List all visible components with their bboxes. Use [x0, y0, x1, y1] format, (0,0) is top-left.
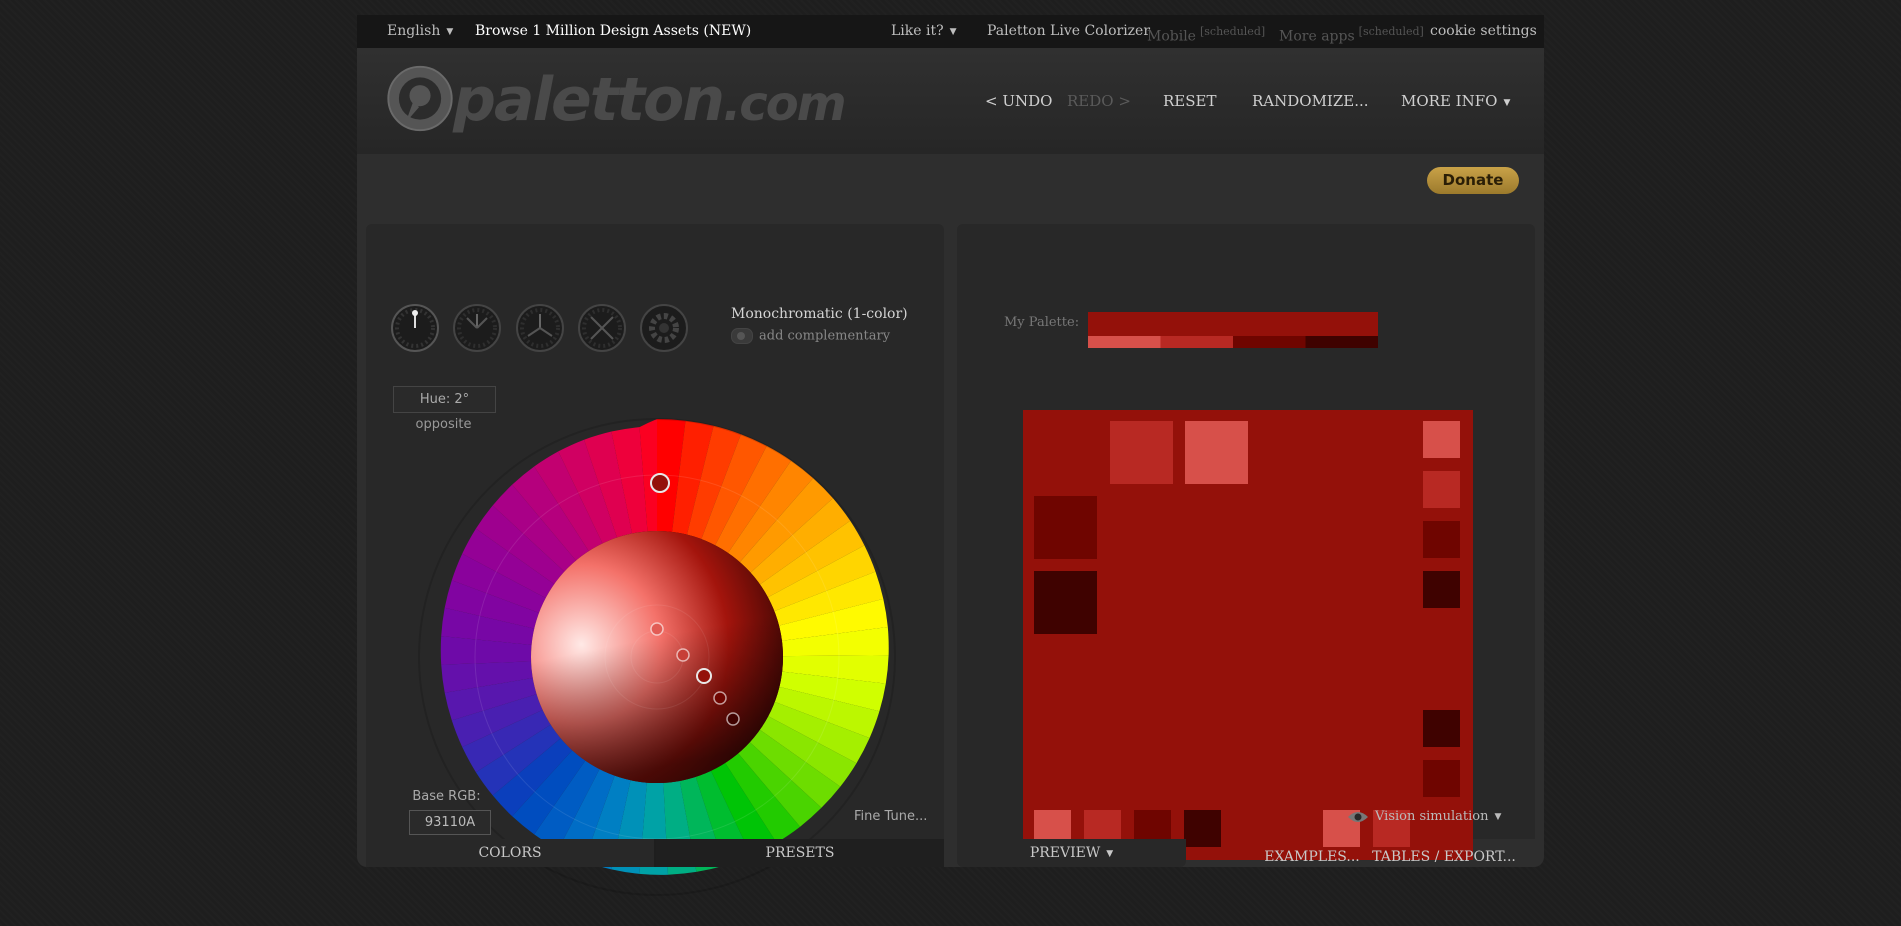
tab-colors[interactable]: COLORS [366, 839, 656, 867]
like-it-label: Like it? [891, 23, 944, 39]
more-apps-link[interactable]: More apps [scheduled] [1279, 15, 1424, 48]
shade-point[interactable] [713, 691, 727, 705]
mono-scheme-icon[interactable] [391, 304, 439, 352]
preview-swatch [1110, 421, 1173, 484]
more-apps-label: More apps [1279, 28, 1355, 45]
scheduled-tag: [scheduled] [1358, 25, 1424, 38]
cookie-settings-link[interactable]: cookie settings [1430, 15, 1537, 48]
free-style-scheme-icon[interactable] [640, 304, 688, 352]
like-it-menu[interactable]: Like it? ▼ [891, 15, 957, 48]
redo-button[interactable]: REDO > [1067, 48, 1131, 154]
vision-simulation-menu[interactable]: Vision simulation ▼ [1347, 809, 1501, 824]
hue-readout[interactable]: Hue: 2° [393, 386, 496, 413]
tab-preview-label: PREVIEW [1029, 845, 1101, 861]
color-preview [1023, 410, 1473, 860]
tab-preview[interactable]: PREVIEW ▼ [957, 839, 1186, 867]
scheme-label: Monochromatic (1-color) [731, 306, 908, 322]
language-selector[interactable]: English ▼ [387, 15, 453, 48]
preview-swatch [1423, 421, 1460, 458]
add-complementary-label: add complementary [759, 328, 891, 344]
main-area: Donate Monochromatic (1-color) add compl… [357, 154, 1544, 896]
preview-panel: My Palette: Vision simulation ▼ [957, 224, 1535, 860]
language-label: English [387, 23, 441, 39]
logo-wordmark[interactable]: paletton.com [453, 70, 847, 134]
preview-swatch [1034, 496, 1097, 559]
chevron-down-icon: ▼ [446, 27, 454, 37]
preview-swatch [1034, 571, 1097, 634]
preview-swatch [1423, 521, 1460, 558]
donate-button[interactable]: Donate [1427, 167, 1519, 194]
scheduled-tag: [scheduled] [1199, 25, 1266, 38]
chevron-down-icon: ▼ [949, 27, 957, 37]
vision-simulation-label: Vision simulation [1375, 809, 1489, 824]
reset-button[interactable]: RESET [1163, 48, 1216, 154]
eye-icon [1348, 811, 1368, 822]
chevron-down-icon: ▼ [1106, 849, 1114, 859]
right-tabs: PREVIEW ▼ EXAMPLES... TABLES / EXPORT... [957, 839, 1544, 867]
base-rgb-label: Base RGB: [412, 789, 481, 804]
chevron-down-icon: ▼ [1503, 98, 1511, 108]
toggle-icon[interactable] [731, 328, 753, 344]
my-palette-label: My Palette: [1004, 315, 1080, 330]
more-info-label: MORE INFO [1401, 92, 1498, 110]
tab-presets[interactable]: PRESETS [656, 839, 944, 867]
mobile-link[interactable]: Mobile [scheduled] [1147, 15, 1265, 48]
fine-tune-link[interactable]: Fine Tune... [854, 809, 927, 824]
preview-swatch [1185, 421, 1248, 484]
tetrad-scheme-icon[interactable] [578, 304, 626, 352]
undo-button[interactable]: < UNDO [985, 48, 1052, 154]
tab-tables-export[interactable]: TABLES / EXPORT... [1369, 843, 1519, 871]
colors-panel: Monochromatic (1-color) add complementar… [366, 224, 944, 896]
logo-name: paletton [453, 65, 725, 135]
mobile-label: Mobile [1147, 28, 1196, 45]
logo-suffix: .com [723, 76, 847, 132]
live-colorizer-link[interactable]: Paletton Live Colorizer [987, 15, 1150, 48]
paletton-app: English ▼ Browse 1 Million Design Assets … [357, 15, 1544, 896]
shade-point[interactable] [726, 712, 740, 726]
left-tabs: COLORS PRESETS [366, 839, 944, 867]
randomize-button[interactable]: RANDOMIZE... [1252, 48, 1369, 154]
add-complementary-toggle[interactable]: add complementary [731, 328, 890, 344]
preview-swatch [1423, 471, 1460, 508]
adjacent-scheme-icon[interactable] [453, 304, 501, 352]
hue-handle[interactable] [650, 473, 670, 493]
browse-assets-link[interactable]: Browse 1 Million Design Assets (NEW) [475, 15, 751, 48]
preview-swatch [1423, 760, 1460, 797]
top-bar: English ▼ Browse 1 Million Design Assets … [357, 15, 1544, 48]
preview-swatch [1423, 571, 1460, 608]
base-color-point[interactable] [696, 668, 712, 684]
triad-scheme-icon[interactable] [516, 304, 564, 352]
chevron-down-icon: ▼ [1494, 812, 1502, 822]
base-rgb-input[interactable]: 93110A [409, 810, 491, 835]
header: paletton.com < UNDO REDO > RESET RANDOMI… [357, 48, 1544, 154]
my-palette-strip[interactable] [1088, 312, 1378, 348]
paletton-logo-icon[interactable] [383, 63, 458, 135]
preview-swatch [1423, 710, 1460, 747]
shade-point[interactable] [676, 648, 690, 662]
shade-point[interactable] [650, 622, 664, 636]
tab-examples[interactable]: EXAMPLES... [1237, 843, 1387, 871]
more-info-menu[interactable]: MORE INFO ▼ [1401, 48, 1510, 154]
